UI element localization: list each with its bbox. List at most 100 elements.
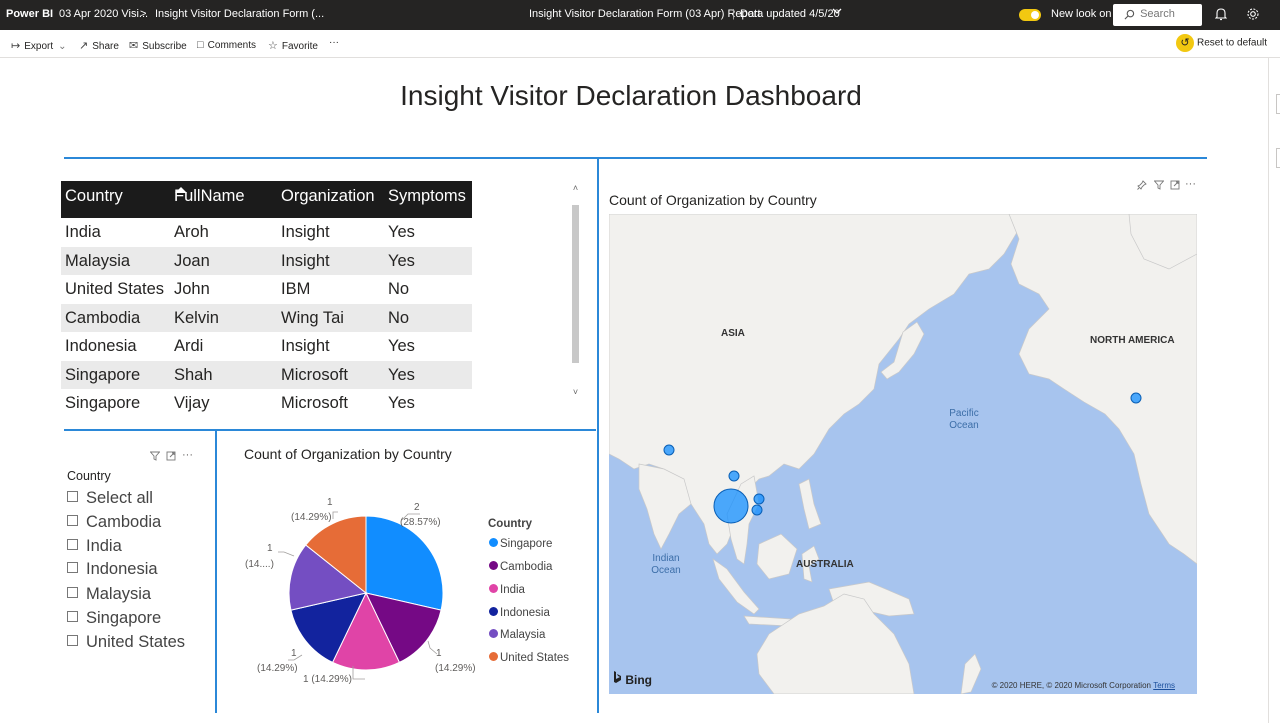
table-row[interactable]: India Aroh Insight Yes — [61, 218, 472, 247]
more-options-icon[interactable]: ··· — [329, 37, 339, 48]
cell-country: Singapore — [65, 394, 141, 412]
checkbox[interactable] — [67, 539, 78, 550]
legend-swatch — [489, 538, 498, 547]
data-updated-label[interactable]: Data updated 4/5/20 — [740, 8, 840, 20]
slicer-item-cambodia[interactable]: Cambodia — [67, 513, 161, 532]
label-malaysia-count: 1 — [267, 543, 273, 554]
legend-item-malaysia[interactable]: Malaysia — [489, 629, 545, 641]
cell-fullname: Vijay — [174, 394, 210, 412]
share-button[interactable]: ↗ Share — [79, 39, 119, 52]
label-unitedstates-count: 1 — [327, 497, 333, 508]
legend-item-cambodia[interactable]: Cambodia — [489, 561, 552, 573]
share-icon: ↗ — [79, 40, 89, 52]
header-symptoms[interactable]: Symptoms — [388, 187, 466, 206]
favorite-button[interactable]: ☆ Favorite — [268, 39, 318, 52]
filter-icon[interactable] — [1153, 180, 1165, 193]
reset-to-default-button[interactable]: ↺ Reset to default — [1176, 34, 1267, 52]
export-label: Export — [24, 41, 54, 52]
label-singapore-count: 2 — [414, 502, 420, 513]
visitor-table[interactable]: Country FullName Organization Symptoms I… — [61, 181, 472, 418]
new-look-label: New look on — [1051, 8, 1112, 20]
comments-label: Comments — [207, 40, 257, 51]
cell-fullname: Kelvin — [174, 308, 219, 327]
slicer-item-label: Cambodia — [86, 513, 162, 531]
settings-gear-icon[interactable] — [1246, 7, 1260, 24]
bubble-map[interactable]: ASIA NORTH AMERICA AUSTRALIA Pacific Oce… — [609, 214, 1197, 694]
legend-item-indonesia[interactable]: Indonesia — [489, 607, 550, 619]
table-row[interactable]: Cambodia Kelvin Wing Tai No — [61, 303, 472, 332]
legend-swatch — [489, 652, 498, 661]
focus-mode-icon[interactable] — [1170, 180, 1180, 193]
map-bubble-singapore — [713, 488, 749, 524]
map-title: Count of Organization by Country — [609, 192, 817, 208]
slicer-item-indonesia[interactable]: Indonesia — [67, 560, 158, 579]
terms-link[interactable]: Terms — [1153, 681, 1175, 690]
breadcrumb-report[interactable]: Insight Visitor Declaration Form (... — [155, 8, 324, 20]
chevron-down-icon[interactable] — [832, 6, 842, 19]
table-scrollbar[interactable]: ˄ ˅ — [571, 183, 580, 405]
legend-item-india[interactable]: India — [489, 584, 525, 596]
filters-pane-collapsed[interactable] — [1268, 58, 1280, 723]
more-options-icon[interactable]: ··· — [182, 449, 193, 461]
checkbox[interactable] — [67, 515, 78, 526]
slicer-item-india[interactable]: India — [67, 537, 122, 556]
brand-logo[interactable]: Power BI — [6, 8, 53, 20]
table-header: Country FullName Organization Symptoms — [61, 181, 472, 218]
pane-tab[interactable] — [1276, 94, 1280, 114]
legend-label: Indonesia — [500, 607, 550, 619]
pane-tab[interactable] — [1276, 148, 1280, 168]
comments-button[interactable]: □ Comments — [197, 39, 256, 51]
scroll-up-icon[interactable]: ˄ — [571, 183, 580, 193]
table-row[interactable]: Singapore Shah Microsoft Yes — [61, 360, 472, 389]
checkbox[interactable] — [67, 562, 78, 573]
legend-item-singapore[interactable]: Singapore — [489, 538, 552, 550]
cell-country: Indonesia — [65, 337, 137, 355]
filter-icon[interactable] — [149, 451, 161, 464]
notification-bell-icon[interactable] — [1214, 7, 1228, 24]
subscribe-button[interactable]: ✉ Subscribe — [129, 39, 187, 52]
label-malaysia-pct: (14....) — [245, 559, 274, 570]
checkbox[interactable] — [67, 587, 78, 598]
slicer-item-singapore[interactable]: Singapore — [67, 609, 161, 628]
star-icon: ☆ — [268, 40, 278, 52]
export-menu[interactable]: ↦ Export ⌄ — [11, 39, 67, 52]
map-bubble-india — [663, 444, 675, 456]
label-indonesia-pct: (14.29%) — [257, 663, 298, 674]
slicer-item-malaysia[interactable]: Malaysia — [67, 585, 151, 604]
slicer-item-label: Indonesia — [86, 560, 158, 578]
label-india: 1 (14.29%) — [303, 674, 352, 685]
title-separator: | — [732, 8, 735, 20]
more-options-icon[interactable]: ··· — [1185, 178, 1196, 190]
search-placeholder: Search — [1140, 8, 1175, 20]
checkbox[interactable] — [67, 635, 78, 646]
leader-line-unitedstates — [332, 511, 338, 519]
focus-mode-icon[interactable] — [166, 451, 176, 464]
legend-item-united-states[interactable]: United States — [489, 652, 569, 664]
pin-icon[interactable] — [1137, 180, 1147, 193]
breadcrumb-workspace[interactable]: 03 Apr 2020 Visi... — [59, 8, 148, 20]
label-indonesia-count: 1 — [291, 648, 297, 659]
table-row[interactable]: United States John IBM No — [61, 275, 472, 304]
slicer-item-united-states[interactable]: United States — [67, 633, 185, 652]
comment-icon: □ — [197, 39, 204, 51]
slicer-item-select-all[interactable]: Select all — [67, 489, 153, 508]
search-input[interactable]: Search — [1113, 4, 1202, 26]
table-row[interactable]: Indonesia Ardi Insight Yes — [61, 332, 472, 361]
pie-chart[interactable] — [230, 490, 480, 690]
sort-ascending-icon — [175, 187, 187, 193]
table-row[interactable]: Malaysia Joan Insight Yes — [61, 246, 472, 275]
map-bubble-cambodia — [728, 470, 740, 482]
checkbox[interactable] — [67, 491, 78, 502]
new-look-toggle[interactable] — [1019, 9, 1041, 21]
map-bubble-malaysia — [753, 493, 765, 505]
header-organization[interactable]: Organization — [281, 187, 375, 206]
checkbox[interactable] — [67, 611, 78, 622]
table-row[interactable]: Singapore Vijay Microsoft Yes — [61, 389, 472, 418]
pie-chart-title: Count of Organization by Country — [244, 446, 452, 462]
header-country[interactable]: Country — [65, 187, 123, 206]
slicer-item-label: India — [86, 537, 122, 555]
scroll-down-icon[interactable]: ˅ — [571, 387, 580, 397]
scrollbar-thumb[interactable] — [572, 205, 579, 363]
legend-label: Cambodia — [500, 561, 553, 573]
cell-country: United States — [65, 280, 165, 298]
